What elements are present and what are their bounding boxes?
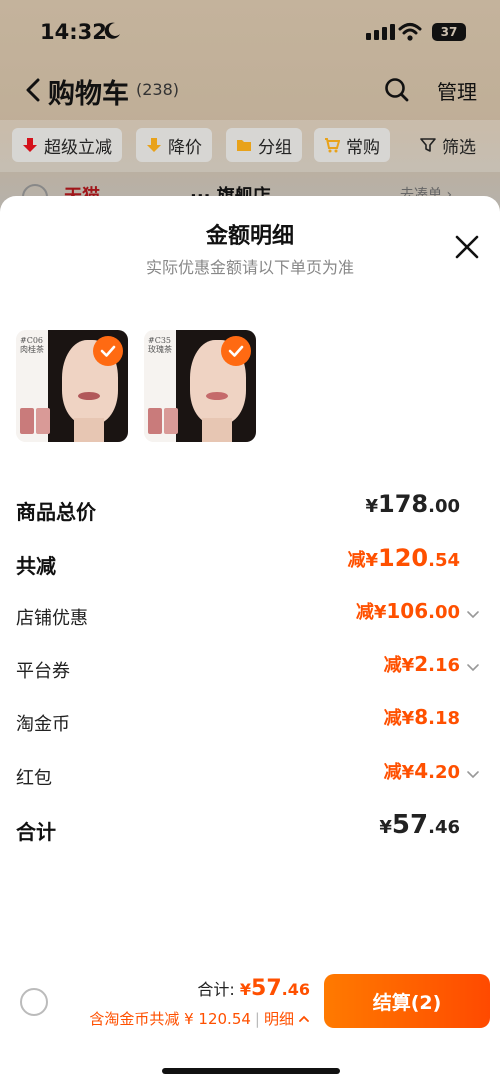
row-value: 减¥106.00 xyxy=(355,599,460,623)
filter-chip-super-discount[interactable]: 超级立减 xyxy=(12,128,122,162)
product-code: #C06 肉桂茶 xyxy=(20,336,44,354)
row-value: 减¥4.20 xyxy=(383,759,460,783)
row-label: 共减 xyxy=(16,554,56,578)
checkmark-icon xyxy=(93,336,123,366)
product-thumbnail[interactable]: #C06 肉桂茶 xyxy=(16,330,128,442)
wifi-icon xyxy=(398,23,422,41)
total-label: 合计: xyxy=(197,980,235,999)
row-label: 店铺优惠 xyxy=(16,608,88,629)
back-icon[interactable] xyxy=(24,78,42,102)
row-sum: 合计 ¥57.46 xyxy=(0,808,500,848)
row-label: 平台券 xyxy=(16,661,70,682)
row-value: 减¥2.16 xyxy=(383,652,460,676)
chip-label: 超级立减 xyxy=(44,137,112,158)
separator: | xyxy=(254,1009,260,1028)
nav-bar: 购物车 (238) 管理 xyxy=(0,66,500,116)
row-value: ¥57.46 xyxy=(379,810,460,840)
chip-label: 分组 xyxy=(258,137,292,158)
row-value: ¥178.00 xyxy=(365,490,460,518)
manage-button[interactable]: 管理 xyxy=(437,76,477,105)
filter-chip-group[interactable]: 分组 xyxy=(226,128,302,162)
store-row-peek: 天猫 ··· 旗舰店 去凑单 › xyxy=(0,176,500,198)
product-thumbnail[interactable]: #C35 玫瑰茶 xyxy=(144,330,256,442)
discount-text: 含淘金币共减 ¥ 120.54 xyxy=(89,1010,251,1028)
arrow-down-icon xyxy=(23,138,37,152)
close-icon[interactable] xyxy=(454,234,480,260)
page-title: 购物车 xyxy=(48,79,129,110)
battery-icon: 37 xyxy=(432,23,466,41)
cart-count: (238) xyxy=(136,80,180,99)
chevron-down-icon[interactable] xyxy=(466,608,480,622)
filter-label: 筛选 xyxy=(442,137,476,158)
chip-label: 降价 xyxy=(168,137,202,158)
row-red-packet[interactable]: 红包 减¥4.20 xyxy=(0,756,500,796)
row-total-discount: 共减 减¥120.54 xyxy=(0,542,500,582)
lipstick-image xyxy=(148,408,162,434)
total-amount: ¥57.46 xyxy=(239,976,310,1001)
lipstick-image xyxy=(36,408,50,434)
chevron-up-icon[interactable] xyxy=(298,1013,310,1025)
row-total-price: 商品总价 ¥178.00 xyxy=(0,488,500,528)
checkmark-icon xyxy=(221,336,251,366)
home-indicator xyxy=(162,1068,340,1074)
row-taobao-coins: 淘金币 减¥8.18 xyxy=(0,702,500,742)
cart-icon xyxy=(325,138,340,153)
row-label: 淘金币 xyxy=(16,714,70,735)
search-icon[interactable] xyxy=(384,77,410,103)
checkout-footer: 合计: ¥57.46 含淘金币共减 ¥ 120.54 | 明细 结算(2) xyxy=(0,960,500,1082)
discount-summary[interactable]: 含淘金币共减 ¥ 120.54 | 明细 xyxy=(89,1008,310,1029)
row-store-discount[interactable]: 店铺优惠 减¥106.00 xyxy=(0,596,500,636)
row-label: 商品总价 xyxy=(16,500,96,524)
footer-total: 合计: ¥57.46 xyxy=(197,976,310,1001)
row-platform-coupon[interactable]: 平台券 减¥2.16 xyxy=(0,649,500,689)
signal-icon xyxy=(366,24,395,40)
product-thumbnails: #C06 肉桂茶 #C35 玫瑰茶 xyxy=(16,330,256,442)
filter-bar: 超级立减 降价 分组 常购 筛选 xyxy=(0,120,500,172)
product-code: #C35 玫瑰茶 xyxy=(148,336,172,354)
sheet-subtitle: 实际优惠金额请以下单页为准 xyxy=(145,258,354,277)
moon-icon xyxy=(104,22,120,39)
chevron-down-icon[interactable] xyxy=(466,768,480,782)
status-bar: 14:32 37 xyxy=(0,0,500,62)
sheet-title: 金额明细 xyxy=(205,224,294,249)
checkout-button[interactable]: 结算(2) xyxy=(324,974,490,1028)
chip-label: 常购 xyxy=(346,137,380,158)
select-all-radio[interactable] xyxy=(20,988,48,1016)
row-value: 减¥8.18 xyxy=(383,705,460,729)
lipstick-image xyxy=(20,408,34,434)
lipstick-image xyxy=(164,408,178,434)
filter-chip-price-drop[interactable]: 降价 xyxy=(136,128,212,162)
detail-link[interactable]: 明细 xyxy=(264,1008,294,1029)
amount-detail-sheet: 金额明细 实际优惠金额请以下单页为准 #C06 肉桂茶 #C35 玫瑰茶 商品总… xyxy=(0,196,500,1082)
funnel-icon xyxy=(420,138,436,152)
folder-icon xyxy=(237,140,251,151)
chevron-down-icon[interactable] xyxy=(466,661,480,675)
status-time: 14:32 xyxy=(40,20,107,44)
row-value: 减¥120.54 xyxy=(347,544,460,572)
row-label: 红包 xyxy=(16,768,52,789)
row-label: 合计 xyxy=(16,820,56,844)
filter-button[interactable]: 筛选 xyxy=(420,128,476,162)
arrow-down-icon xyxy=(147,138,161,152)
filter-chip-frequent[interactable]: 常购 xyxy=(314,128,390,162)
